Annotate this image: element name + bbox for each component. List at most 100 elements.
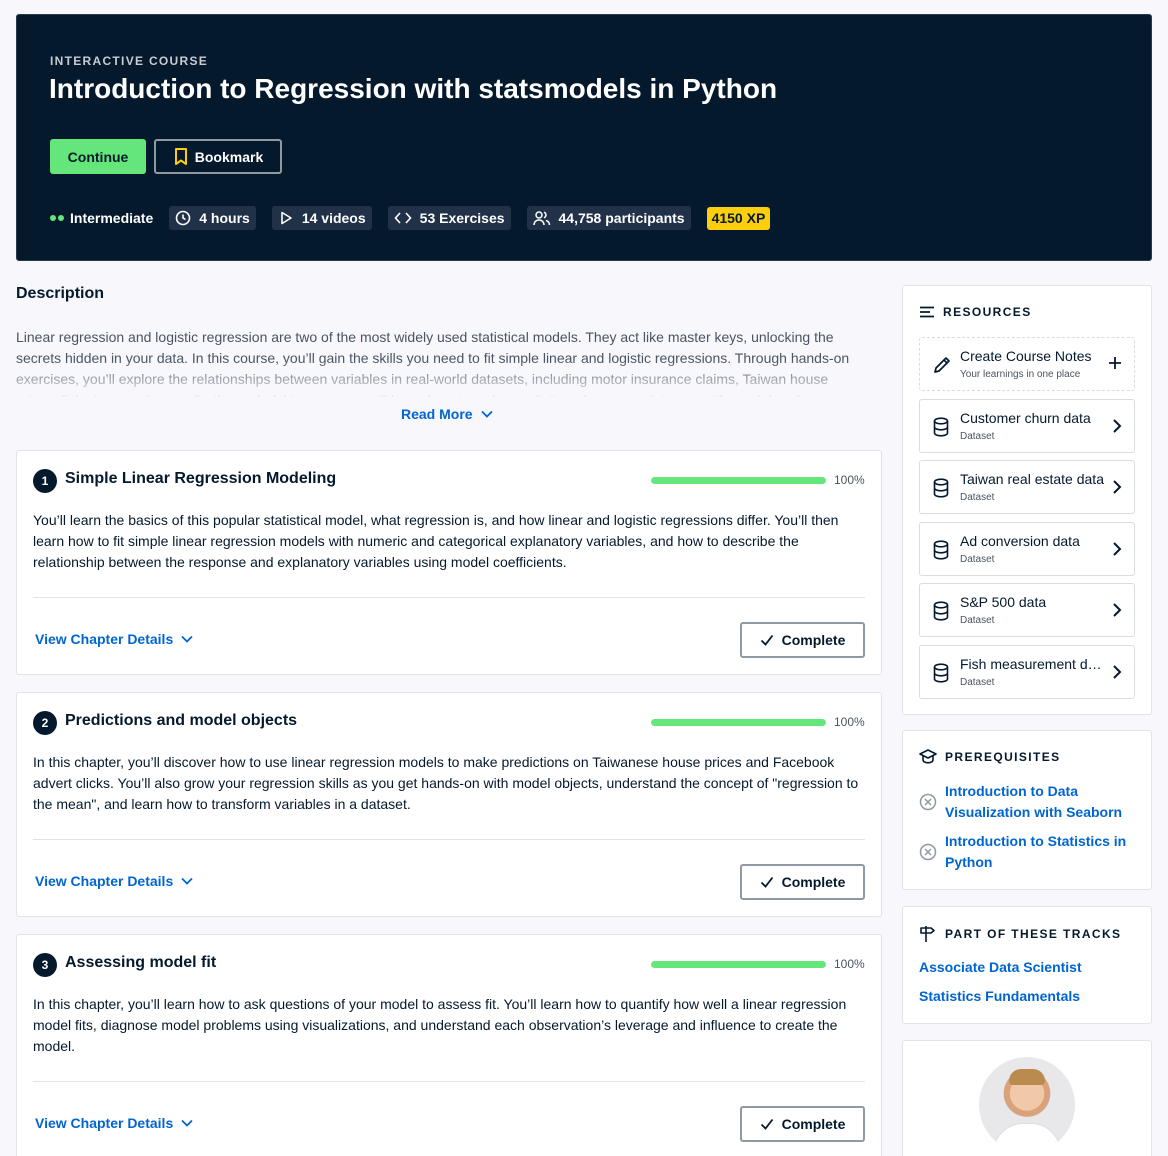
- view-chapter-details-label: View Chapter Details: [35, 1115, 174, 1131]
- chevron-down-icon: [480, 410, 493, 418]
- level-dots-icon: [50, 215, 64, 221]
- create-course-notes-subtitle: Your learnings in one place: [960, 369, 1081, 380]
- chapter-divider: [33, 839, 865, 840]
- course-title: Introduction to Regression with statsmod…: [49, 73, 778, 104]
- chevron-right-icon: [1113, 603, 1122, 617]
- continue-button[interactable]: Continue: [50, 139, 146, 174]
- videos-label: 14 videos: [301, 210, 366, 226]
- description-heading: Description: [16, 285, 105, 302]
- database-icon: [933, 478, 949, 498]
- exercises-label: 53 Exercises: [419, 210, 505, 226]
- tracks-card: PART OF THESE TRACKS Associate Data Scie…: [902, 906, 1152, 1024]
- resource-title: Ad conversion data: [960, 533, 1080, 549]
- chevron-right-icon: [1113, 542, 1122, 556]
- signpost-icon: [920, 926, 935, 942]
- resource-title: Fish measurement data: [960, 656, 1106, 672]
- chapter-progress-bar: [651, 477, 826, 484]
- complete-button[interactable]: Complete: [740, 1106, 865, 1142]
- resource-item[interactable]: Fish measurement data Dataset: [919, 645, 1135, 699]
- check-icon: [760, 1118, 773, 1130]
- participants-label: 44,758 participants: [558, 210, 685, 226]
- resource-type: Dataset: [960, 677, 995, 688]
- plus-icon: [1109, 357, 1121, 369]
- track-link[interactable]: Statistics Fundamentals: [919, 988, 1080, 1004]
- chapter-progress-percent: 100%: [834, 715, 865, 729]
- create-course-notes-button[interactable]: Create Course Notes Your learnings in on…: [919, 337, 1135, 391]
- resource-item[interactable]: Ad conversion data Dataset: [919, 522, 1135, 576]
- prerequisites-card: PREREQUISITES Introduction to Data Visua…: [902, 730, 1152, 890]
- exercises-badge: 53 Exercises: [387, 206, 511, 230]
- chevron-right-icon: [1113, 665, 1122, 679]
- chapter-progress-bar: [651, 961, 826, 968]
- create-course-notes-title: Create Course Notes: [960, 348, 1092, 364]
- resource-item[interactable]: Taiwan real estate data Dataset: [919, 460, 1135, 514]
- play-icon: [281, 211, 292, 225]
- description-fade: [16, 360, 876, 400]
- chevron-down-icon: [181, 1119, 193, 1127]
- code-icon: [394, 212, 412, 224]
- resource-title: S&P 500 data: [960, 594, 1047, 610]
- tracks-heading: PART OF THESE TRACKS: [919, 925, 1121, 943]
- chapter-number: 2: [33, 711, 57, 735]
- instructor-avatar: [979, 1057, 1075, 1153]
- clock-icon: [175, 210, 191, 226]
- resource-type: Dataset: [960, 492, 995, 503]
- chapter-card-2: 2 Predictions and model objects 100% In …: [16, 692, 882, 917]
- chapter-description: In this chapter, you’ll discover how to …: [33, 754, 859, 812]
- chapter-number: 1: [33, 469, 57, 493]
- tracks-heading-label: PART OF THESE TRACKS: [945, 927, 1122, 941]
- list-icon: [920, 306, 934, 318]
- database-icon: [933, 417, 949, 437]
- close-circle-icon: [919, 843, 937, 861]
- database-icon: [933, 601, 949, 621]
- participants-badge: 44,758 participants: [526, 206, 691, 230]
- prerequisite-item: Introduction to Data Visualization with …: [919, 781, 1135, 823]
- check-icon: [760, 634, 773, 646]
- graduation-cap-icon: [919, 749, 937, 764]
- chapter-divider: [33, 597, 865, 598]
- videos-badge: 14 videos: [271, 206, 372, 230]
- level-label: Intermediate: [70, 210, 154, 226]
- chapter-progress-percent: 100%: [834, 957, 865, 971]
- course-hero: INTERACTIVE COURSE Introduction to Regre…: [16, 14, 1152, 261]
- complete-button[interactable]: Complete: [740, 864, 865, 900]
- chapter-description: You’ll learn the basics of this popular …: [33, 512, 839, 570]
- chapter-card-3: 3 Assessing model fit 100% In this chapt…: [16, 934, 882, 1156]
- resource-type: Dataset: [960, 615, 995, 626]
- resource-item[interactable]: S&P 500 data Dataset: [919, 583, 1135, 637]
- prerequisite-link[interactable]: Introduction to Data Visualization with …: [945, 781, 1135, 823]
- chapter-title: Predictions and model objects: [65, 712, 298, 729]
- xp-badge: 4150 XP: [706, 206, 771, 230]
- chevron-down-icon: [181, 877, 193, 885]
- database-icon: [933, 663, 949, 683]
- resource-type: Dataset: [960, 431, 995, 442]
- chapter-description: In this chapter, you’ll learn how to ask…: [33, 996, 847, 1054]
- read-more-label: Read More: [401, 406, 473, 422]
- read-more-button[interactable]: Read More: [401, 406, 493, 422]
- prerequisite-item: Introduction to Statistics in Python: [919, 831, 1135, 873]
- resource-title: Customer churn data: [960, 410, 1091, 426]
- chapter-progress-percent: 100%: [834, 473, 865, 487]
- view-chapter-details-button[interactable]: View Chapter Details: [35, 1115, 193, 1131]
- complete-label: Complete: [781, 1116, 846, 1132]
- prerequisite-link[interactable]: Introduction to Statistics in Python: [945, 831, 1135, 873]
- track-link[interactable]: Associate Data Scientist: [919, 959, 1082, 975]
- view-chapter-details-button[interactable]: View Chapter Details: [35, 631, 193, 647]
- people-icon: [532, 211, 550, 226]
- instructor-card: [902, 1040, 1152, 1156]
- resource-item[interactable]: Customer churn data Dataset: [919, 399, 1135, 453]
- bookmark-button[interactable]: Bookmark: [154, 139, 282, 174]
- close-circle-icon: [919, 793, 937, 811]
- chapter-progress-bar: [651, 719, 826, 726]
- level-indicator: Intermediate: [50, 210, 153, 226]
- view-chapter-details-label: View Chapter Details: [35, 873, 174, 889]
- prerequisites-heading-label: PREREQUISITES: [945, 750, 1061, 764]
- chevron-right-icon: [1113, 480, 1122, 494]
- complete-button[interactable]: Complete: [740, 622, 865, 658]
- chapter-title: Assessing model fit: [65, 954, 217, 971]
- hours-label: 4 hours: [199, 210, 250, 226]
- view-chapter-details-button[interactable]: View Chapter Details: [35, 873, 193, 889]
- check-icon: [760, 876, 773, 888]
- chapter-number: 3: [33, 953, 57, 977]
- complete-label: Complete: [781, 632, 846, 648]
